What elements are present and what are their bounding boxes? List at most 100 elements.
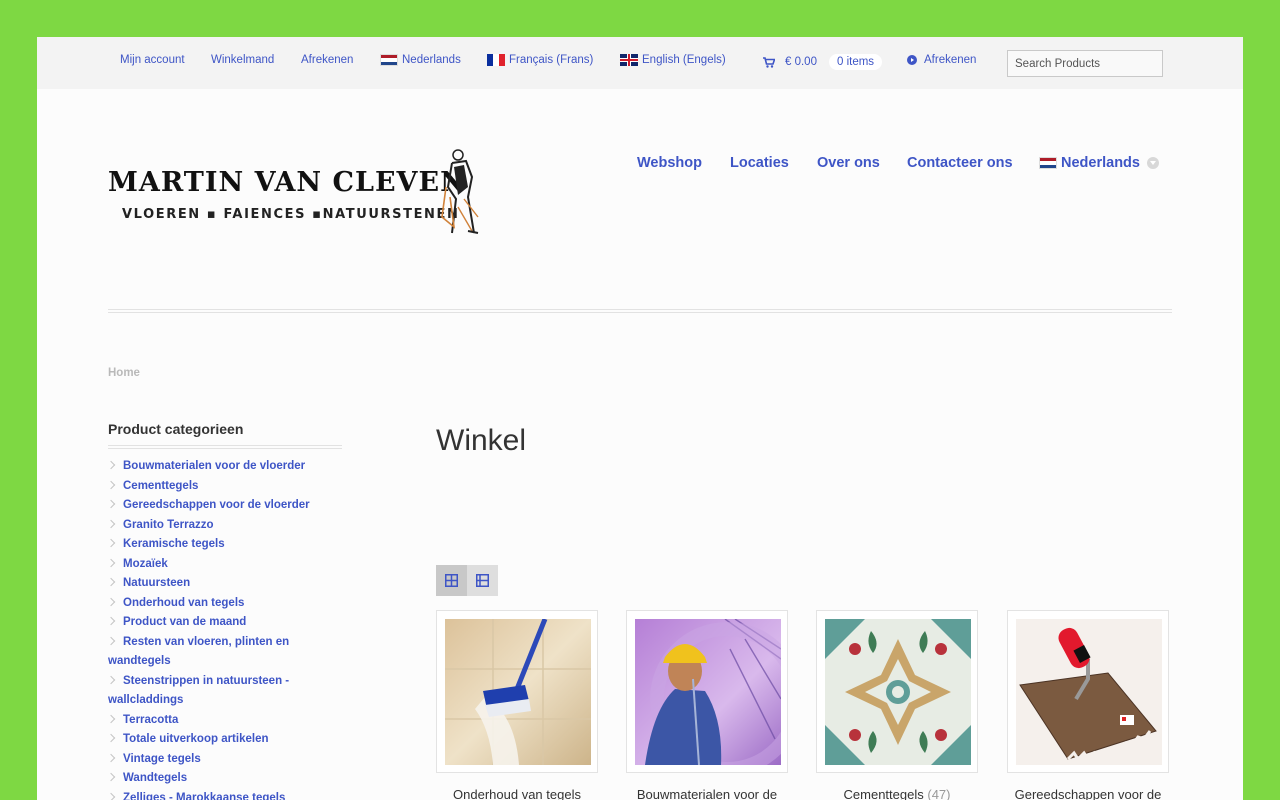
product-count: (47) — [927, 787, 951, 800]
nav-language-switcher[interactable]: Nederlands — [1039, 155, 1159, 171]
product-card[interactable]: Bouwmaterialen voor de — [626, 610, 788, 800]
trowel-image — [1016, 619, 1162, 765]
category-label: Product van de maand — [123, 616, 247, 628]
product-card[interactable]: Gereedschappen voor de — [1007, 610, 1169, 800]
chevron-right-icon — [106, 714, 116, 724]
category-label: Mozaïek — [123, 557, 168, 570]
category-label: Bouwmaterialen voor de vloerder — [123, 460, 306, 472]
chevron-right-icon — [106, 773, 116, 782]
mini-cart-link[interactable]: € 0.00 0 items — [763, 54, 883, 70]
chevron-right-icon — [106, 675, 116, 685]
dutch-flag-icon — [1039, 157, 1057, 169]
top-bar: Mijn account Winkelmand Afrekenen Nederl… — [37, 37, 1243, 89]
mop-image — [445, 619, 591, 765]
category-item[interactable]: Natuursteen — [106, 574, 338, 594]
checkout-link[interactable]: Afrekenen — [301, 54, 353, 66]
nav-over-ons[interactable]: Over ons — [817, 155, 880, 171]
lang-nl-link[interactable]: Nederlands — [380, 54, 461, 66]
site-logo[interactable]: MARTIN VAN CLEVEN VLOEREN ▪ FAIENCES ▪NA… — [108, 147, 488, 237]
category-item[interactable]: Wandtegels — [106, 769, 338, 789]
cart-items-badge: 0 items — [828, 54, 883, 70]
grid-view-button[interactable] — [436, 565, 467, 596]
chevron-right-icon — [106, 500, 116, 509]
chevron-right-icon — [106, 597, 116, 607]
header-divider — [108, 309, 1172, 313]
chevron-right-icon — [106, 792, 116, 800]
chevron-right-icon — [106, 558, 116, 568]
category-label: Cementtegels — [123, 479, 199, 492]
cart-total: € 0.00 — [785, 56, 817, 68]
category-label: Resten van vloeren, plinten en wandtegel… — [108, 635, 290, 668]
chevron-down-icon — [1146, 157, 1159, 169]
dutch-flag-icon — [380, 54, 398, 66]
lang-nl-label: Nederlands — [402, 54, 461, 66]
cement-tile-image — [825, 619, 971, 765]
sidebar-divider — [108, 445, 342, 449]
search-input[interactable] — [1007, 50, 1163, 77]
chevron-right-icon — [106, 539, 116, 548]
logo-title: MARTIN VAN CLEVEN — [108, 167, 466, 198]
category-item[interactable]: Keramische tegels — [106, 535, 338, 555]
chevron-right-icon — [106, 578, 116, 587]
category-item[interactable]: Gereedschappen voor de vloerder — [106, 496, 338, 516]
category-list: Bouwmaterialen voor de vloerder Cementte… — [106, 457, 338, 800]
grid-icon — [445, 574, 458, 587]
checkout-button[interactable]: Afrekenen — [907, 54, 976, 66]
worker-image — [635, 619, 781, 765]
category-label: Gereedschappen voor de vloerder — [123, 499, 310, 511]
nav-language-label: Nederlands — [1061, 155, 1140, 171]
product-image[interactable] — [816, 610, 978, 773]
category-label: Terracotta — [123, 713, 179, 726]
product-name[interactable]: Cementtegels (47) — [816, 787, 978, 800]
list-icon — [476, 574, 489, 587]
nav-webshop[interactable]: Webshop — [637, 155, 702, 171]
uk-flag-icon — [620, 54, 638, 66]
category-label: Vintage tegels — [123, 752, 201, 765]
category-item[interactable]: Vintage tegels — [106, 750, 338, 770]
category-label: Zelliges - Marokkaanse tegels — [123, 791, 286, 800]
category-item[interactable]: Bouwmaterialen voor de vloerder — [106, 457, 338, 477]
chevron-right-icon — [106, 519, 116, 529]
french-flag-icon — [487, 54, 505, 66]
category-item[interactable]: Terracotta — [106, 711, 338, 731]
category-item[interactable]: Granito Terrazzo — [106, 516, 338, 536]
category-label: Keramische tegels — [123, 538, 225, 550]
sidebar-title: Product categorieen — [108, 421, 244, 437]
product-image[interactable] — [626, 610, 788, 773]
category-item[interactable]: Steenstrippen in natuursteen - wallcladd… — [106, 672, 338, 711]
nav-contacteer-ons[interactable]: Contacteer ons — [907, 155, 1013, 171]
product-card[interactable]: Onderhoud van tegels — [436, 610, 598, 800]
category-item[interactable]: Resten van vloeren, plinten en wandtegel… — [106, 633, 338, 672]
page-title: Winkel — [436, 424, 527, 457]
product-name-text: Cementtegels — [843, 787, 924, 800]
my-account-link[interactable]: Mijn account — [120, 54, 185, 66]
cart-icon — [763, 56, 775, 68]
product-name[interactable]: Bouwmaterialen voor de — [626, 787, 788, 800]
category-item[interactable]: Product van de maand — [106, 613, 338, 633]
arrow-circle-icon — [907, 55, 917, 65]
logo-subtitle: VLOEREN ▪ FAIENCES ▪NATUURSTENEN — [122, 207, 460, 222]
category-item[interactable]: Zelliges - Marokkaanse tegels — [106, 789, 338, 800]
cart-link[interactable]: Winkelmand — [211, 54, 274, 66]
chevron-right-icon — [106, 753, 116, 763]
product-name[interactable]: Onderhoud van tegels — [436, 787, 598, 800]
category-label: Natuursteen — [123, 577, 191, 589]
product-card[interactable]: Cementtegels (47) — [816, 610, 978, 800]
product-image[interactable] — [1007, 610, 1169, 773]
category-item[interactable]: Totale uitverkoop artikelen — [106, 730, 338, 750]
worker-illustration-icon — [441, 149, 479, 234]
lang-en-label: English (Engels) — [642, 54, 726, 66]
nav-locaties[interactable]: Locaties — [730, 155, 789, 171]
category-label: Granito Terrazzo — [123, 518, 214, 531]
chevron-right-icon — [106, 734, 116, 743]
product-image[interactable] — [436, 610, 598, 773]
category-item[interactable]: Mozaïek — [106, 555, 338, 575]
lang-fr-link[interactable]: Français (Frans) — [487, 54, 593, 66]
category-item[interactable]: Onderhoud van tegels — [106, 594, 338, 614]
product-name[interactable]: Gereedschappen voor de — [1007, 787, 1169, 800]
list-view-button[interactable] — [467, 565, 498, 596]
lang-en-link[interactable]: English (Engels) — [620, 54, 726, 66]
chevron-right-icon — [106, 461, 116, 470]
breadcrumb-home[interactable]: Home — [108, 367, 140, 379]
category-item[interactable]: Cementtegels — [106, 477, 338, 497]
